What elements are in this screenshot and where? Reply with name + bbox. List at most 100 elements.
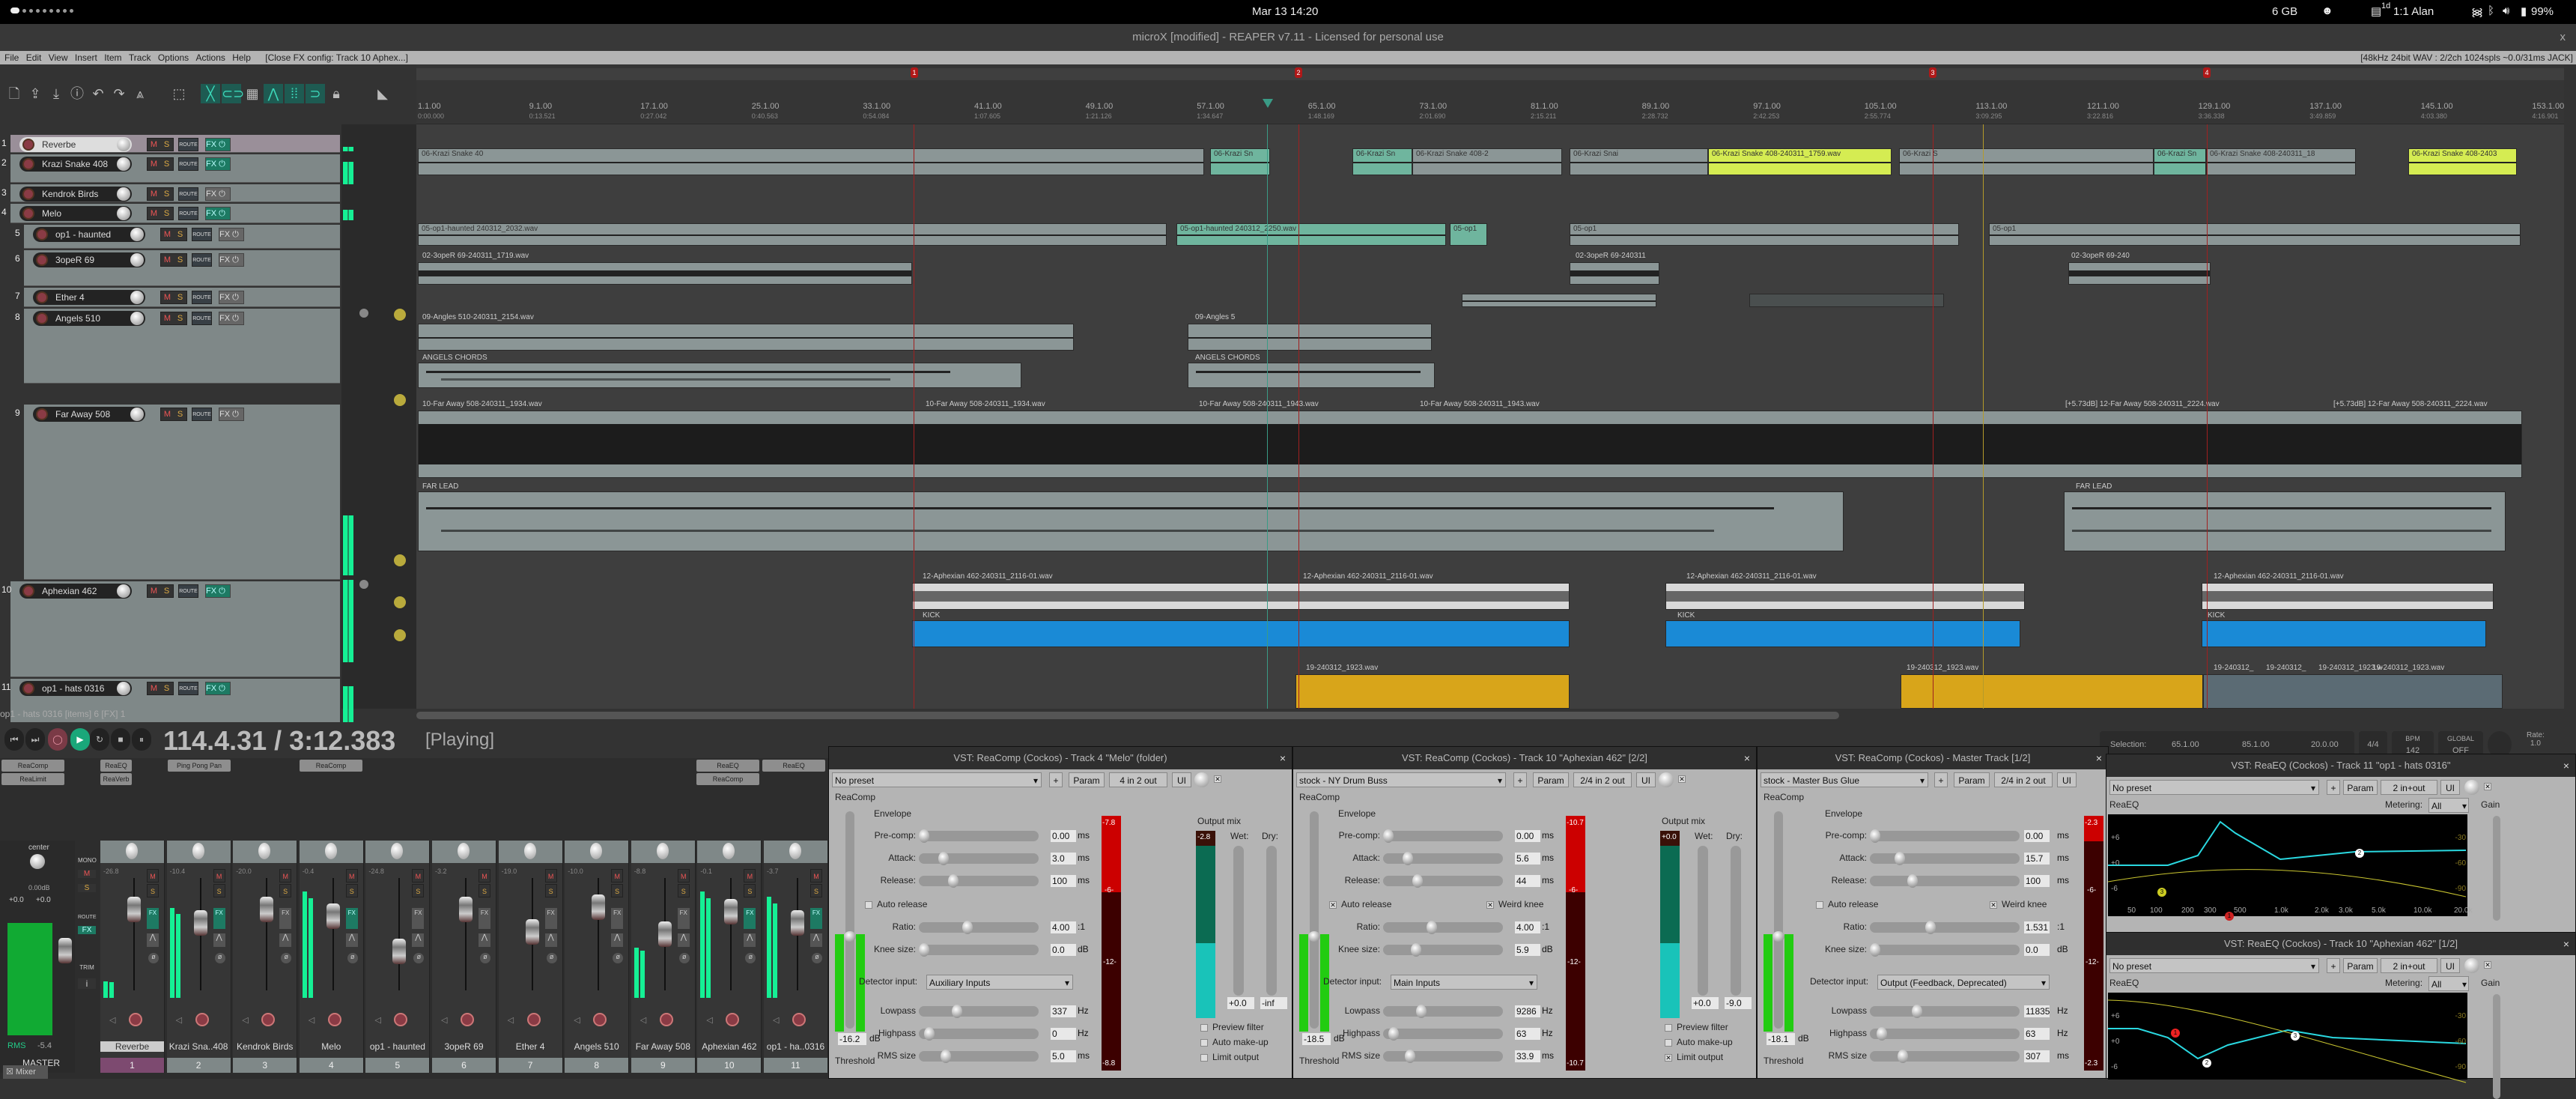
rms-value[interactable]: 5.0	[1051, 1050, 1076, 1062]
fx-slot[interactable]: ReaComp	[1, 760, 64, 772]
track-header[interactable]: 10 Aphexian 462 M S ROUTE FX ⏻	[1, 581, 340, 677]
route-button[interactable]: ROUTE	[178, 187, 198, 201]
fx-bypass-icon[interactable]: ⏻	[232, 314, 239, 323]
slider-thumb[interactable]	[1877, 1027, 1888, 1041]
track-name[interactable]: Melo	[19, 206, 132, 221]
slider-thumb[interactable]	[1870, 829, 1880, 843]
metering-dropdown[interactable]: All ▾	[2428, 976, 2469, 991]
speaker-icon[interactable]: ◁	[109, 1015, 115, 1025]
mute-button[interactable]: M	[148, 158, 160, 170]
wet-value[interactable]: +0.0	[1692, 997, 1719, 1009]
fx-bypass-icon[interactable]: ⏻	[219, 684, 225, 693]
auto-makeup-checkbox[interactable]	[1665, 1039, 1672, 1047]
mute-button[interactable]: M	[744, 869, 756, 882]
route-button[interactable]: ROUTE	[192, 228, 212, 241]
region-bar[interactable]	[416, 68, 2564, 80]
volume-icon[interactable]: 🔊︎	[2503, 4, 2509, 17]
loop-icon[interactable]: ⊃	[306, 84, 325, 103]
track-name[interactable]: op1 - hats 0316	[19, 681, 132, 696]
fx-bypass-icon[interactable]: ⏻	[219, 140, 225, 149]
mute-button[interactable]: M	[148, 139, 160, 151]
fx-button[interactable]: FX	[744, 908, 756, 929]
bypass-checkbox[interactable]: ✕	[2484, 961, 2491, 969]
ratio-slider[interactable]	[1383, 921, 1503, 934]
dry-value[interactable]: -inf	[1260, 997, 1287, 1009]
weird-knee-checkbox[interactable]: ✕	[1486, 901, 1494, 909]
menu-track[interactable]: Track	[129, 51, 151, 64]
audio-item[interactable]: 05-op1	[1450, 223, 1487, 246]
wet-knob[interactable]	[2464, 780, 2479, 795]
mute-button[interactable]: M	[161, 312, 174, 324]
track-name[interactable]: Krazi Snake 408	[19, 157, 132, 172]
audio-item[interactable]: 05-op1	[1570, 223, 1959, 246]
phase-icon[interactable]: ø	[480, 953, 490, 963]
track-name[interactable]: Aphexian 462	[19, 584, 132, 599]
dry-slider[interactable]	[1731, 846, 1741, 996]
slider-thumb[interactable]	[919, 829, 929, 843]
attack-value[interactable]: 3.0	[1051, 853, 1076, 865]
audio-item[interactable]: 06-Krazi Sn	[2154, 148, 2206, 175]
record-arm-button[interactable]	[22, 139, 34, 151]
threshold-slider[interactable]	[1308, 811, 1320, 1029]
audio-item[interactable]	[418, 324, 1074, 351]
release-slider[interactable]	[1870, 874, 2020, 888]
highpass-value[interactable]: 63	[2024, 1028, 2050, 1040]
wet-knob[interactable]	[1659, 772, 1674, 787]
volume-fader[interactable]	[260, 897, 274, 922]
knee-slider[interactable]	[919, 943, 1039, 957]
eq-band-handle[interactable]: 2	[2202, 1059, 2211, 1068]
close-icon[interactable]: ×	[2563, 933, 2569, 955]
lowpass-value[interactable]: 11835	[2024, 1005, 2050, 1017]
volume-knob[interactable]	[117, 187, 130, 201]
pan-knob[interactable]	[523, 843, 536, 859]
ripple-icon[interactable]: ╳	[201, 84, 220, 103]
fx-button[interactable]: FX	[345, 908, 358, 929]
attack-value[interactable]: 15.7	[2024, 853, 2050, 865]
envelope-point-3[interactable]	[394, 554, 406, 566]
wet-slider[interactable]	[1233, 846, 1244, 996]
dry-slider[interactable]	[1266, 846, 1277, 996]
pan-knob[interactable]	[590, 843, 603, 859]
route-button[interactable]: ROUTE	[192, 253, 212, 267]
track-name[interactable]: 3opeR 69	[33, 252, 145, 267]
solo-button[interactable]: S	[810, 884, 822, 897]
window-title[interactable]: VST: ReaEQ (Cockos) - Track 11 "op1 - ha…	[2106, 754, 2575, 777]
knee-value[interactable]: 0.0	[1051, 944, 1076, 956]
fx-bypass-icon[interactable]: ⏻	[232, 410, 239, 419]
audio-item[interactable]: 06-Krazi Sn	[1352, 148, 1412, 175]
horizontal-scrollbar[interactable]	[416, 712, 1839, 719]
volume-knob[interactable]	[117, 584, 130, 598]
eq-band-handle[interactable]: 1	[2225, 912, 2234, 921]
record-arm-button[interactable]	[792, 1013, 806, 1026]
calendar-icon[interactable]: ▤	[2371, 4, 2381, 18]
solo-button[interactable]: S	[744, 884, 756, 897]
pan-knob[interactable]	[789, 843, 801, 859]
window-close-button[interactable]: x	[2560, 24, 2566, 51]
workspace-indicator[interactable]	[10, 7, 73, 13]
midi-item[interactable]	[2064, 491, 2506, 551]
preset-dropdown[interactable]: No preset ▾	[832, 772, 1042, 787]
knee-value[interactable]: 5.9	[1515, 944, 1540, 956]
close-icon[interactable]: ×	[2563, 754, 2569, 777]
route-button[interactable]: ROUTE	[178, 682, 198, 695]
midi-item[interactable]	[1665, 620, 2020, 647]
volume-knob[interactable]	[117, 157, 130, 171]
volume-fader[interactable]	[525, 919, 539, 945]
solo-button[interactable]: S	[345, 884, 358, 897]
rms-slider[interactable]	[1870, 1050, 2020, 1063]
speaker-icon[interactable]: ◁	[640, 1015, 646, 1025]
ui-button[interactable]: UI	[2440, 780, 2460, 795]
envelope-icon[interactable]: ⋀	[147, 933, 159, 947]
slider-thumb[interactable]	[1907, 874, 1919, 888]
mute-button[interactable]: M	[345, 869, 358, 882]
solo-button[interactable]: S	[160, 139, 173, 151]
io-button[interactable]: 2 in+out	[2381, 958, 2437, 973]
phase-icon[interactable]: ø	[347, 953, 358, 963]
go-start-button[interactable]: ⏮	[4, 728, 24, 751]
precomp-slider[interactable]	[1383, 829, 1503, 843]
detector-dropdown[interactable]: Output (Feedback, Deprecated) ▾	[1877, 975, 2050, 990]
midi-item[interactable]	[418, 363, 1021, 388]
route-button[interactable]: ROUTE	[178, 207, 198, 220]
slider-thumb[interactable]	[1911, 1005, 1922, 1018]
highpass-value[interactable]: 0	[1051, 1028, 1076, 1040]
